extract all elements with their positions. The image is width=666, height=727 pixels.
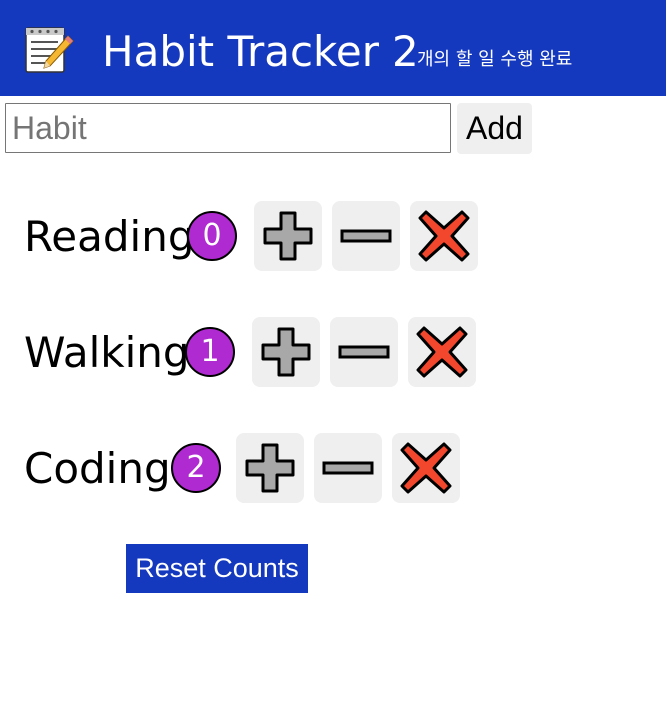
delete-button[interactable] (410, 201, 478, 271)
navbar: Habit Tracker 2 개의 할 일 수행 완료 (0, 0, 666, 96)
minus-icon (340, 229, 392, 243)
x-icon (416, 326, 468, 378)
reset-counts-button[interactable]: Reset Counts (126, 544, 308, 593)
habit-name: Reading (24, 212, 195, 261)
increase-button[interactable] (236, 433, 304, 503)
minus-icon (322, 461, 374, 475)
delete-button[interactable] (392, 433, 460, 503)
app-title: Habit Tracker (102, 27, 379, 76)
decrease-button[interactable] (314, 433, 382, 503)
plus-icon (261, 327, 311, 377)
completed-label: 개의 할 일 수행 완료 (417, 49, 573, 70)
memo-pencil-icon (25, 27, 74, 73)
increase-button[interactable] (252, 317, 320, 387)
increase-button[interactable] (254, 201, 322, 271)
plus-icon (263, 211, 313, 261)
habit-input[interactable] (5, 103, 451, 153)
delete-button[interactable] (408, 317, 476, 387)
x-icon (418, 210, 470, 262)
habit-name: Coding (24, 444, 171, 493)
completed-count: 2 (392, 27, 419, 76)
habit-count-badge: 2 (171, 443, 221, 493)
minus-icon (338, 345, 390, 359)
x-icon (400, 442, 452, 494)
add-button[interactable]: Add (457, 103, 532, 154)
plus-icon (245, 443, 295, 493)
habit-count-badge: 1 (185, 327, 235, 377)
decrease-button[interactable] (330, 317, 398, 387)
decrease-button[interactable] (332, 201, 400, 271)
habit-name: Walking (24, 328, 190, 377)
habit-count-badge: 0 (187, 211, 237, 261)
